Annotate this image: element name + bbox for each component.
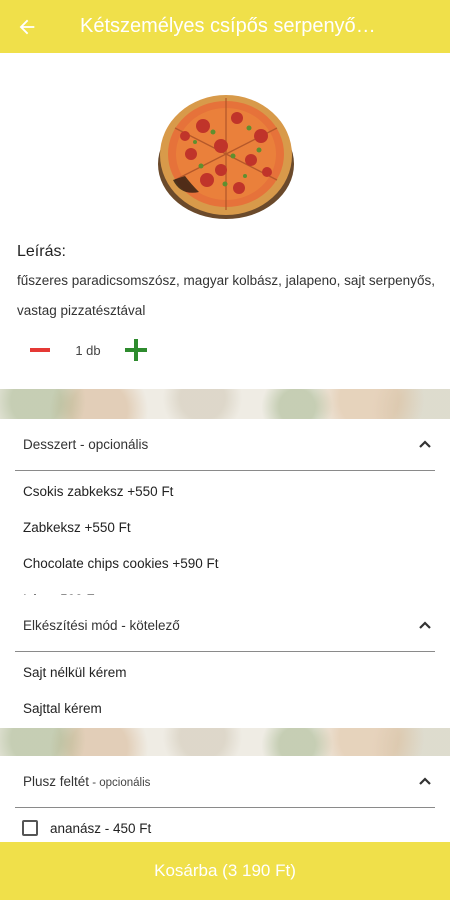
section-header[interactable]: Elkészítési mód - kötelező [0, 600, 450, 652]
section-extra-topping: Plusz feltét - opcionális ananász - 450 … [0, 756, 450, 842]
description-text: fűszeres paradicsomszósz, magyar kolbász… [17, 273, 435, 318]
pizza-image [155, 88, 297, 222]
chevron-up-icon [419, 621, 431, 629]
back-button[interactable] [0, 0, 54, 53]
option-item[interactable]: Chocolate chips cookies +590 Ft [0, 545, 450, 581]
app-bar: Kétszemélyes csípős serpenyős pizza [0, 0, 450, 53]
option-item[interactable]: Sajttal kérem [0, 690, 450, 726]
page-title: Kétszemélyes csípős serpenyős pizza [80, 15, 376, 37]
plus-icon[interactable] [124, 337, 150, 363]
minus-icon[interactable] [28, 337, 52, 363]
quantity-value: 1 db [75, 342, 101, 358]
divider [15, 469, 435, 471]
section-header[interactable]: Desszert - opcionális [0, 419, 450, 471]
section-title-optional: - opcionális [89, 777, 151, 789]
section-title: Desszert - opcionális [23, 437, 149, 452]
chevron-up-icon [419, 440, 431, 448]
divider [15, 806, 435, 808]
option-item[interactable]: Csokis zabkeksz +550 Ft [0, 473, 450, 509]
quantity-stepper: 1 db [28, 337, 152, 363]
arrow-left-icon [19, 19, 35, 34]
background-image [0, 389, 450, 419]
checkbox-label: ananász - 450 Ft [50, 820, 152, 836]
divider [15, 650, 435, 652]
description-label: Leírás: [17, 243, 66, 260]
checkbox[interactable] [22, 820, 38, 836]
add-to-cart-button[interactable]: Kosárba (3 190 Ft) [0, 842, 450, 900]
section-title: Plusz feltét - opcionális [23, 774, 150, 789]
section-dessert: Desszert - opcionális Csokis zabkeksz +5… [0, 419, 450, 595]
section-title-main: Plusz feltét [23, 774, 90, 789]
option-item[interactable]: Zabkeksz +550 Ft [0, 509, 450, 545]
background-image [0, 728, 450, 756]
section-preparation: Elkészítési mód - kötelező Sajt nélkül k… [0, 600, 450, 728]
option-item[interactable]: Sajt nélkül kérem [0, 654, 450, 690]
section-title: Elkészítési mód - kötelező [23, 618, 180, 633]
section-header[interactable]: Plusz feltét - opcionális [0, 756, 450, 808]
chevron-up-icon [419, 777, 431, 785]
option-item[interactable]: Isler +590 Ft [0, 581, 450, 596]
